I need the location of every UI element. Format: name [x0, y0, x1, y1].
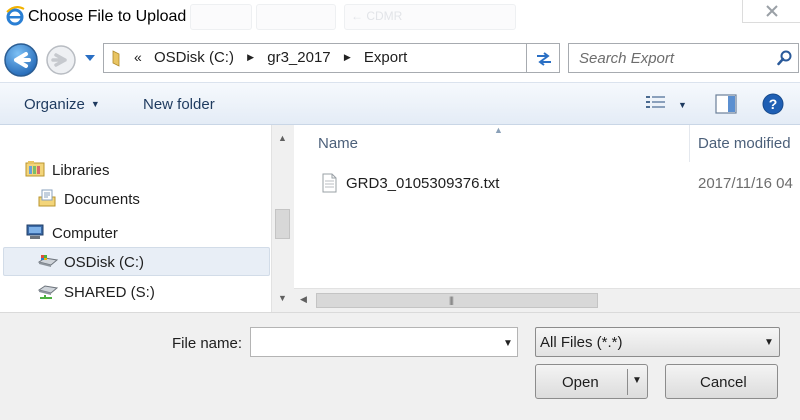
split-divider	[627, 369, 628, 395]
scroll-left-icon[interactable]: ◀	[300, 294, 307, 305]
file-upload-dialog: Choose File to Upload ← CDMR « OSDisk (C…	[0, 0, 800, 420]
breadcrumb-osdisk[interactable]: OSDisk (C:)	[154, 49, 234, 66]
back-arrow-icon[interactable]	[3, 42, 39, 78]
folder-icon	[112, 50, 120, 67]
search-box[interactable]	[568, 43, 799, 73]
refresh-button[interactable]	[527, 43, 560, 73]
navigation-bar: « OSDisk (C:) ▶ gr3_2017 ▶ Export	[0, 34, 800, 82]
nav-item-label: Libraries	[52, 162, 110, 179]
search-input[interactable]	[577, 49, 771, 68]
navigation-pane: Libraries Documents Computer OSDisk (C:)…	[0, 125, 271, 312]
close-button[interactable]	[742, 0, 800, 23]
drive-icon	[37, 255, 59, 267]
breadcrumb: « OSDisk (C:) ▶ gr3_2017 ▶ Export	[134, 49, 407, 66]
svg-text:?: ?	[769, 96, 778, 112]
scroll-down-icon[interactable]: ▼	[278, 293, 287, 303]
scroll-up-icon[interactable]: ▲	[278, 133, 287, 143]
nav-item-shared[interactable]: SHARED (S:)	[37, 278, 265, 306]
nav-item-libraries[interactable]: Libraries	[25, 156, 265, 184]
breadcrumb-gr3-2017[interactable]: gr3_2017	[267, 49, 330, 66]
window-title: Choose File to Upload	[28, 8, 187, 25]
scrollbar-thumb[interactable]: |||	[316, 293, 598, 308]
nav-item-computer[interactable]: Computer	[25, 219, 265, 247]
chevron-down-icon: ▼	[764, 337, 774, 348]
nav-item-label: Documents	[64, 191, 140, 208]
computer-icon	[26, 224, 44, 239]
filetype-select[interactable]: All Files (*.*) ▼	[535, 327, 780, 357]
file-date-modified: 2017/11/16 04	[698, 175, 793, 192]
breadcrumb-separator-icon[interactable]: ▶	[344, 52, 351, 63]
cancel-button[interactable]: Cancel	[665, 364, 778, 399]
nav-item-label: SHARED (S:)	[64, 284, 155, 301]
organize-button[interactable]: Organize ▼	[24, 96, 100, 113]
column-header-date-modified[interactable]: Date modified	[698, 135, 791, 152]
filename-label: File name:	[172, 335, 243, 352]
breadcrumb-overflow[interactable]: «	[134, 49, 142, 65]
chevron-down-icon[interactable]: ▼	[678, 100, 687, 110]
file-name: GRD3_0105309376.txt	[346, 175, 500, 192]
search-icon[interactable]	[777, 50, 793, 66]
title-bar: Choose File to Upload ← CDMR	[0, 0, 800, 34]
background-tab	[256, 4, 336, 30]
chevron-down-icon[interactable]: ▼	[632, 375, 642, 386]
new-folder-button[interactable]: New folder	[143, 96, 215, 113]
chevron-down-icon[interactable]: ▼	[503, 338, 513, 349]
background-tab-label: ← CDMR	[351, 9, 403, 23]
background-tab: ← CDMR	[344, 4, 516, 30]
nav-pane-scrollbar[interactable]: ▲ ▼	[271, 125, 294, 312]
nav-item-documents[interactable]: Documents	[37, 185, 265, 213]
preview-pane-icon[interactable]	[715, 94, 737, 114]
close-icon	[766, 5, 778, 17]
open-label: Open	[562, 374, 599, 391]
open-button[interactable]: Open ▼	[535, 364, 648, 399]
scrollbar-thumb[interactable]	[275, 209, 290, 239]
breadcrumb-export[interactable]: Export	[364, 49, 407, 66]
text-file-icon	[322, 173, 337, 193]
forward-arrow-icon[interactable]	[45, 44, 77, 76]
file-list: ▲ Name Date modified GRD3_0105309376.txt…	[294, 125, 800, 312]
column-divider[interactable]	[689, 125, 690, 162]
documents-icon	[38, 189, 56, 207]
nav-item-label: Computer	[52, 225, 118, 242]
browser-body: Libraries Documents Computer OSDisk (C:)…	[0, 125, 800, 312]
chevron-down-icon: ▼	[90, 99, 100, 109]
nav-item-label: OSDisk (C:)	[64, 254, 144, 271]
help-icon[interactable]: ?	[762, 93, 784, 115]
cancel-label: Cancel	[700, 374, 747, 391]
filename-combobox[interactable]: ▼	[250, 327, 518, 357]
command-toolbar: Organize ▼ New folder ▼ ?	[0, 82, 800, 125]
internet-explorer-icon	[6, 6, 25, 26]
refresh-icon	[537, 52, 551, 66]
column-header-name[interactable]: Name	[318, 135, 358, 152]
nav-item-osdisk[interactable]: OSDisk (C:)	[37, 248, 265, 276]
scrollbar-grip-icon: |||	[449, 295, 454, 305]
filetype-value: All Files (*.*)	[540, 334, 623, 351]
dialog-footer: File name: ▼ All Files (*.*) ▼ Open ▼ Ca…	[0, 312, 800, 420]
address-bar[interactable]: « OSDisk (C:) ▶ gr3_2017 ▶ Export	[103, 43, 527, 73]
organize-label: Organize	[24, 96, 85, 113]
background-tab	[190, 4, 252, 30]
sort-ascending-icon: ▲	[494, 125, 503, 135]
breadcrumb-separator-icon[interactable]: ▶	[247, 52, 254, 63]
filename-input[interactable]	[256, 333, 490, 352]
recent-pages-dropdown-icon[interactable]	[84, 54, 96, 62]
change-view-icon[interactable]	[645, 94, 667, 112]
file-list-scrollbar[interactable]: ◀ |||	[294, 288, 800, 312]
libraries-icon	[25, 161, 45, 177]
network-drive-icon	[37, 285, 59, 299]
